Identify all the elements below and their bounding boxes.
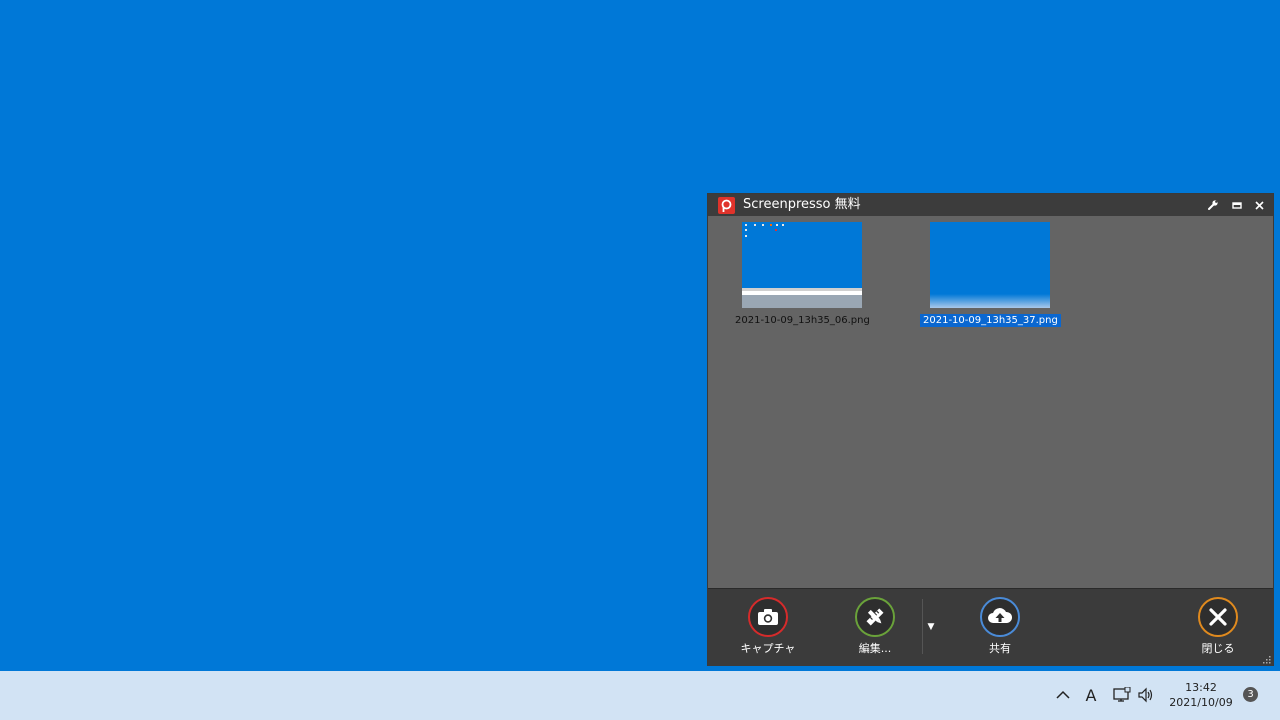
network-icon[interactable] [1113, 686, 1131, 704]
wrench-icon [1208, 200, 1218, 210]
capture-gallery: 2021-10-09_13h35_06.png 2021-10-09_13h35… [708, 216, 1273, 588]
screenpresso-window: Screenpresso 無料 2021-10-09_13h35_06.png … [707, 193, 1274, 666]
capture-thumbnail[interactable]: 2021-10-09_13h35_06.png [732, 222, 872, 327]
toolbar-separator [922, 599, 923, 654]
taskbar-clock[interactable]: 13:42 2021/10/09 [1166, 680, 1236, 710]
camera-icon [748, 597, 788, 637]
thumbnail-image [930, 222, 1050, 308]
ime-indicator[interactable]: A [1082, 686, 1100, 705]
close-icon [1254, 200, 1264, 210]
minimize-button[interactable] [1229, 197, 1245, 213]
edit-button[interactable]: 編集... [840, 597, 910, 656]
volume-icon[interactable] [1137, 686, 1155, 704]
thumbnail-image [742, 222, 862, 308]
close-x-icon [1198, 597, 1238, 637]
edit-tools-icon [855, 597, 895, 637]
resize-grip-icon[interactable] [1263, 656, 1271, 664]
minimize-icon [1232, 202, 1242, 209]
screenpresso-logo-icon [718, 197, 735, 214]
clock-time: 13:42 [1185, 681, 1217, 694]
show-hidden-icons-chevron-icon[interactable] [1054, 686, 1072, 704]
thumbnail-filename: 2021-10-09_13h35_06.png [735, 315, 870, 326]
close-window-button[interactable] [1251, 197, 1267, 213]
notification-center-badge[interactable]: 3 [1243, 687, 1258, 702]
capture-thumbnail-selected[interactable]: 2021-10-09_13h35_37.png [920, 222, 1061, 327]
capture-label: キャプチャ [740, 642, 796, 655]
share-button[interactable]: 共有 [965, 597, 1035, 656]
clock-date: 2021/10/09 [1169, 696, 1233, 709]
close-label: 閉じる [1201, 642, 1235, 655]
close-button[interactable]: 閉じる [1183, 597, 1253, 656]
thumbnail-filename: 2021-10-09_13h35_37.png [920, 314, 1061, 327]
taskbar: A 13:42 2021/10/09 3 [0, 671, 1280, 720]
cloud-upload-icon [980, 597, 1020, 637]
window-title: Screenpresso 無料 [743, 197, 861, 212]
settings-wrench-button[interactable] [1205, 197, 1221, 213]
share-label: 共有 [989, 642, 1011, 655]
action-toolbar: キャプチャ 編集... ▼ 共有 閉じる [708, 588, 1273, 666]
edit-label: 編集... [858, 642, 892, 655]
capture-button[interactable]: キャプチャ [733, 597, 803, 656]
edit-dropdown-arrow-icon[interactable]: ▼ [926, 622, 936, 632]
window-titlebar[interactable]: Screenpresso 無料 [708, 194, 1273, 216]
